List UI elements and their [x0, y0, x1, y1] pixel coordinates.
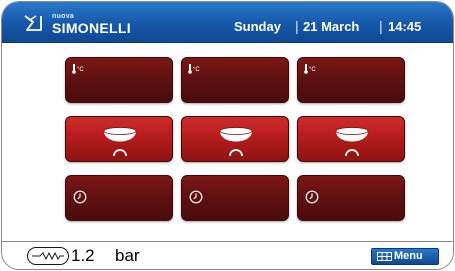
group-2-timer-tile[interactable] [181, 175, 289, 221]
group-3-timer-tile[interactable] [297, 175, 405, 221]
clock-icon [73, 190, 87, 204]
menu-label: Menu [394, 250, 423, 262]
coffee-cup-icon [335, 127, 369, 157]
header-separator: | [379, 18, 383, 34]
group-1-timer-tile[interactable] [65, 175, 173, 221]
group-3-brew-button[interactable] [297, 116, 405, 162]
status-bar: 1.2 bar Menu [2, 241, 453, 269]
group-2-temperature-tile[interactable]: °C [181, 57, 289, 103]
day-label: Sunday [234, 19, 281, 34]
clock-icon [189, 190, 203, 204]
group-2-brew-button[interactable] [181, 116, 289, 162]
grid-icon [377, 252, 392, 261]
coffee-cup-icon [219, 127, 253, 157]
header-separator: | [295, 18, 299, 34]
pump-wave-icon [27, 247, 69, 265]
coffee-cup-icon [103, 127, 137, 157]
brand-prefix: nuova [52, 13, 75, 20]
temperature-unit: °C [77, 67, 84, 73]
thermometer-icon: °C [72, 64, 84, 74]
temperature-unit: °C [309, 67, 316, 73]
group-1-brew-button[interactable] [65, 116, 173, 162]
date-label: 21 March [303, 19, 360, 34]
brand-logo-icon [24, 15, 42, 31]
header-bar: nuova SIMONELLI Sunday | 21 March | 14:4… [2, 2, 453, 43]
group-3-temperature-tile[interactable]: °C [297, 57, 405, 103]
machine-display: nuova SIMONELLI Sunday | 21 March | 14:4… [1, 1, 454, 270]
clock-icon [305, 190, 319, 204]
thermometer-icon: °C [304, 64, 316, 74]
group-1-temperature-tile[interactable]: °C [65, 57, 173, 103]
menu-button[interactable]: Menu [371, 248, 439, 265]
temperature-unit: °C [193, 67, 200, 73]
brand-name: SIMONELLI [52, 20, 131, 36]
time-label: 14:45 [388, 19, 422, 34]
pressure-value: 1.2 [71, 246, 95, 265]
pressure-unit: bar [115, 246, 140, 265]
thermometer-icon: °C [188, 64, 200, 74]
